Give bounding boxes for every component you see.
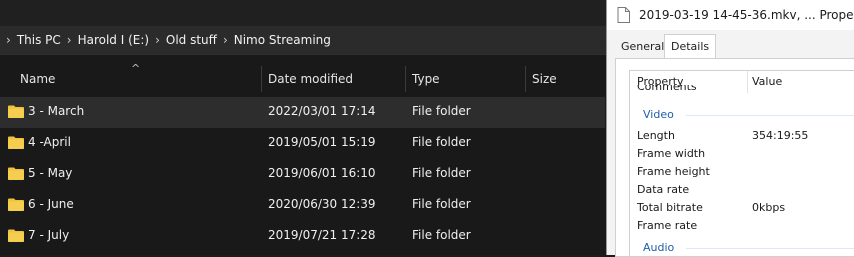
item-name: 7 - July — [28, 228, 70, 242]
property-row[interactable]: Frame rate — [630, 217, 854, 235]
property-key: Data rate — [637, 183, 690, 196]
property-row[interactable]: Frame width — [630, 145, 854, 163]
group-divider — [686, 248, 854, 249]
group-label: Audio — [643, 241, 675, 254]
breadcrumb-nimo-streaming[interactable]: Nimo Streaming — [228, 33, 331, 47]
dialog-title: 2019-03-19 14-45-36.mkv, ... Properties — [639, 8, 854, 22]
item-name: 3 - March — [28, 104, 85, 118]
properties-dialog: 2019-03-19 14-45-36.mkv, ... Properties … — [606, 0, 854, 257]
item-name: 5 - May — [28, 166, 73, 180]
dialog-titlebar[interactable]: 2019-03-19 14-45-36.mkv, ... Properties — [607, 0, 854, 30]
property-key: Frame width — [637, 147, 706, 160]
column-header: Name Date modified Type Size — [0, 62, 610, 96]
column-divider[interactable] — [405, 66, 406, 92]
group-header-audio[interactable]: Audio — [630, 239, 854, 257]
property-list[interactable]: Property Value Comments Video Length 354… — [629, 70, 854, 257]
column-type[interactable]: Type — [412, 62, 440, 96]
list-item[interactable]: 6 - June 2020/06/30 12:39 File folder — [0, 190, 605, 221]
property-key: Comments — [637, 85, 697, 93]
list-item[interactable]: 4 -April 2019/05/01 15:19 File folder — [0, 128, 605, 159]
item-type: File folder — [412, 166, 471, 180]
item-type: File folder — [412, 135, 471, 149]
column-divider[interactable] — [525, 66, 526, 92]
column-size[interactable]: Size — [532, 62, 557, 96]
tab-bar: General Details — [607, 34, 854, 59]
property-value: 0kbps — [752, 201, 786, 214]
chevron-right-icon[interactable]: › — [149, 33, 160, 47]
list-item[interactable]: 7 - July 2019/07/21 17:28 File folder — [0, 221, 605, 252]
item-type: File folder — [412, 104, 471, 118]
breadcrumb-drive[interactable]: Harold I (E:) — [72, 33, 150, 47]
list-item[interactable]: 3 - March 2022/03/01 17:14 File folder — [0, 97, 605, 128]
property-row[interactable]: Frame height — [630, 163, 854, 181]
column-name[interactable]: Name — [20, 62, 55, 96]
property-row[interactable]: Data rate — [630, 181, 854, 199]
breadcrumb-old-stuff[interactable]: Old stuff — [160, 33, 217, 47]
group-label: Video — [643, 108, 674, 121]
item-date: 2019/07/21 17:28 — [268, 228, 376, 242]
property-row[interactable]: Length 354:19:55 — [630, 127, 854, 145]
breadcrumb[interactable]: › This PC › Harold I (E:) › Old stuff › … — [0, 26, 610, 55]
folder-icon — [8, 229, 24, 242]
property-key: Frame rate — [637, 219, 698, 232]
tab-general[interactable]: General — [615, 36, 670, 58]
document-icon — [617, 7, 630, 23]
details-panel: Property Value Comments Video Length 354… — [615, 58, 854, 257]
item-name: 4 -April — [28, 135, 71, 149]
chevron-right-icon[interactable]: › — [61, 33, 72, 47]
property-row[interactable]: Total bitrate 0kbps — [630, 199, 854, 217]
item-date: 2019/05/01 15:19 — [268, 135, 376, 149]
property-key: Frame height — [637, 165, 710, 178]
chevron-right-icon[interactable]: › — [217, 33, 228, 47]
property-key: Length — [637, 129, 675, 142]
item-date: 2020/06/30 12:39 — [268, 197, 376, 211]
chevron-right-icon: › — [6, 33, 11, 47]
toolbar-strip — [0, 0, 610, 26]
folder-icon — [8, 136, 24, 149]
column-date-modified[interactable]: Date modified — [268, 62, 353, 96]
tab-details[interactable]: Details — [664, 34, 717, 59]
item-date: 2022/03/01 17:14 — [268, 104, 376, 118]
item-type: File folder — [412, 197, 471, 211]
folder-icon — [8, 105, 24, 118]
property-value: 354:19:55 — [752, 129, 809, 142]
property-row[interactable]: Comments — [630, 85, 854, 97]
column-divider[interactable] — [261, 66, 262, 92]
group-divider — [686, 115, 854, 116]
item-type: File folder — [412, 228, 471, 242]
item-name: 6 - June — [28, 197, 74, 211]
folder-icon — [8, 167, 24, 180]
property-key: Total bitrate — [637, 201, 703, 214]
breadcrumb-this-pc[interactable]: This PC — [11, 33, 61, 47]
file-list: 3 - March 2022/03/01 17:14 File folder 4… — [0, 97, 605, 252]
list-item[interactable]: 5 - May 2019/06/01 16:10 File folder — [0, 159, 605, 190]
item-date: 2019/06/01 16:10 — [268, 166, 376, 180]
group-header-video[interactable]: Video — [630, 106, 854, 124]
file-explorer-window: › This PC › Harold I (E:) › Old stuff › … — [0, 0, 610, 255]
folder-icon — [8, 198, 24, 211]
